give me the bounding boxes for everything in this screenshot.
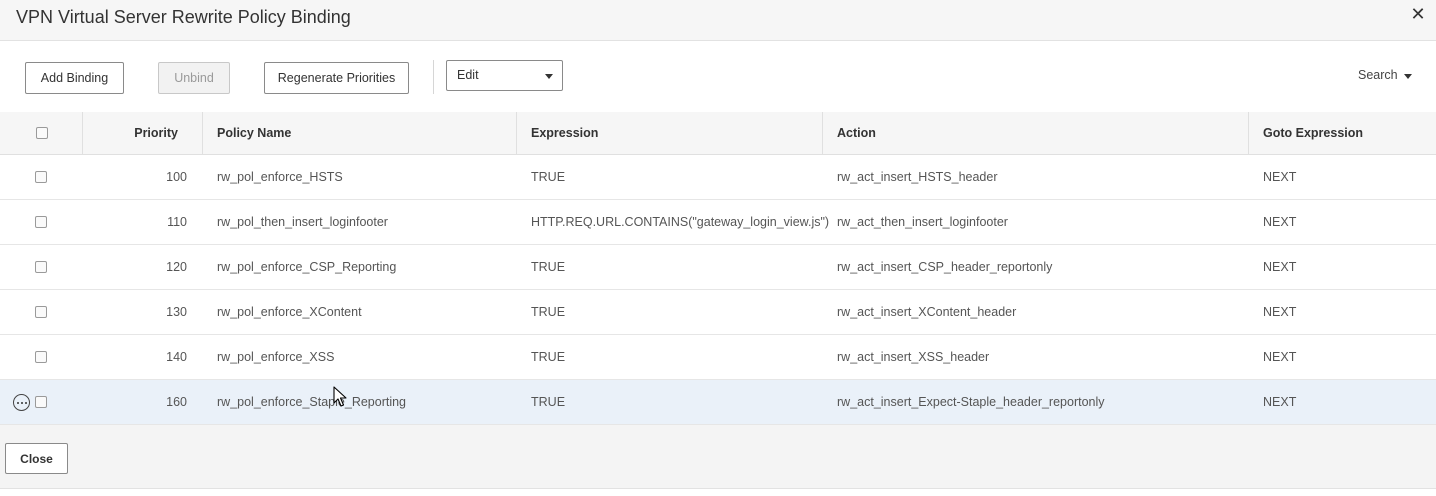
cell-goto-expression: NEXT [1263, 305, 1297, 319]
table-header: Priority Policy Name Expression Action G… [0, 112, 1436, 155]
cell-policy-name: rw_pol_then_insert_loginfooter [217, 215, 388, 229]
search-dropdown[interactable]: Search [1358, 68, 1412, 82]
table-row[interactable]: 140 rw_pol_enforce_XSS TRUE rw_act_inser… [0, 335, 1436, 380]
cell-policy-name: rw_pol_enforce_XSS [217, 350, 335, 364]
close-icon[interactable]: ✕ [1409, 4, 1427, 24]
table-row[interactable]: 100 rw_pol_enforce_HSTS TRUE rw_act_inse… [0, 155, 1436, 200]
cell-priority: 100 [166, 170, 187, 184]
search-label: Search [1358, 68, 1398, 82]
column-header-priority[interactable]: Priority [83, 112, 178, 154]
action-select-value: Edit [457, 68, 479, 82]
column-header-expression[interactable]: Expression [531, 112, 598, 154]
table-row[interactable]: 160 rw_pol_enforce_Staple_Reporting TRUE… [0, 380, 1436, 425]
table-row[interactable]: 110 rw_pol_then_insert_loginfooter HTTP.… [0, 200, 1436, 245]
chevron-down-icon [1404, 74, 1412, 79]
cell-action: rw_act_insert_XSS_header [837, 350, 990, 364]
more-options-icon[interactable] [13, 394, 30, 411]
cell-priority: 160 [166, 395, 187, 409]
dialog-footer: Close [0, 425, 1436, 489]
cell-action: rw_act_insert_Expect-Staple_header_repor… [837, 395, 1105, 409]
close-button[interactable]: Close [5, 443, 68, 474]
dialog-titlebar: VPN Virtual Server Rewrite Policy Bindin… [0, 0, 1436, 41]
column-divider [516, 112, 517, 154]
row-checkbox[interactable] [35, 306, 47, 318]
row-checkbox[interactable] [35, 171, 47, 183]
cell-expression: TRUE [531, 170, 566, 184]
cell-expression: HTTP.REQ.URL.CONTAINS("gateway_login_vie… [531, 215, 830, 229]
table-row[interactable]: 120 rw_pol_enforce_CSP_Reporting TRUE rw… [0, 245, 1436, 290]
cell-expression: TRUE [531, 395, 566, 409]
select-all-checkbox[interactable] [36, 127, 48, 139]
cell-goto-expression: NEXT [1263, 350, 1297, 364]
cell-policy-name: rw_pol_enforce_HSTS [217, 170, 343, 184]
chevron-down-icon [545, 74, 553, 79]
table-row[interactable]: 130 rw_pol_enforce_XContent TRUE rw_act_… [0, 290, 1436, 335]
column-divider [1248, 112, 1249, 154]
cell-goto-expression: NEXT [1263, 395, 1297, 409]
column-header-action[interactable]: Action [837, 112, 876, 154]
cell-policy-name: rw_pol_enforce_CSP_Reporting [217, 260, 397, 274]
row-checkbox[interactable] [35, 216, 47, 228]
toolbar: Add Binding Unbind Regenerate Priorities… [0, 42, 1436, 112]
column-header-policy-name[interactable]: Policy Name [217, 112, 291, 154]
mouse-cursor-icon [333, 386, 347, 407]
add-binding-button[interactable]: Add Binding [25, 62, 124, 94]
row-checkbox[interactable] [35, 396, 47, 408]
row-checkbox[interactable] [35, 351, 47, 363]
cell-goto-expression: NEXT [1263, 260, 1297, 274]
cell-action: rw_act_insert_HSTS_header [837, 170, 998, 184]
cell-goto-expression: NEXT [1263, 170, 1297, 184]
column-divider [202, 112, 203, 154]
cell-priority: 140 [166, 350, 187, 364]
toolbar-divider [433, 60, 434, 94]
cell-policy-name: rw_pol_enforce_XContent [217, 305, 362, 319]
cell-policy-name: rw_pol_enforce_Staple_Reporting [217, 395, 407, 409]
column-header-goto-expression[interactable]: Goto Expression [1263, 112, 1363, 154]
dialog-title: VPN Virtual Server Rewrite Policy Bindin… [16, 7, 351, 27]
cell-action: rw_act_insert_CSP_header_reportonly [837, 260, 1053, 274]
cell-priority: 120 [166, 260, 187, 274]
cell-expression: TRUE [531, 305, 566, 319]
cell-priority: 110 [167, 215, 187, 229]
cell-goto-expression: NEXT [1263, 215, 1297, 229]
column-divider [822, 112, 823, 154]
cell-action: rw_act_then_insert_loginfooter [837, 215, 1008, 229]
action-select[interactable]: Edit [446, 60, 563, 91]
cell-action: rw_act_insert_XContent_header [837, 305, 1017, 319]
regenerate-priorities-button[interactable]: Regenerate Priorities [264, 62, 409, 94]
cell-priority: 130 [166, 305, 187, 319]
unbind-button[interactable]: Unbind [158, 62, 230, 94]
row-checkbox[interactable] [35, 261, 47, 273]
cell-expression: TRUE [531, 350, 566, 364]
cell-expression: TRUE [531, 260, 566, 274]
